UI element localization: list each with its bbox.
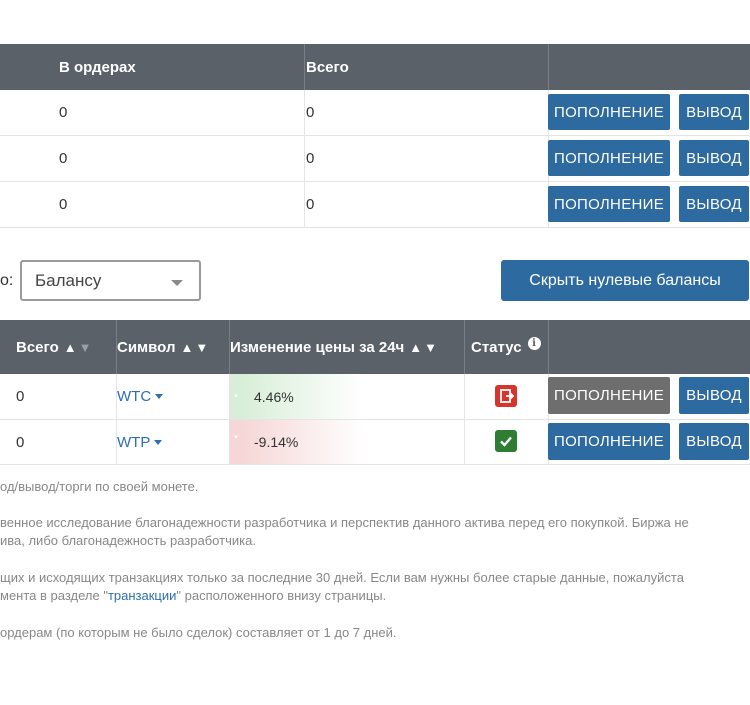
top-table-header: В ордерах Всего bbox=[0, 44, 750, 90]
deposit-button[interactable]: ПОПОЛНЕНИЕ bbox=[548, 423, 670, 460]
note-line: венное исследование благонадежности разр… bbox=[0, 515, 689, 530]
exit-door-icon bbox=[495, 385, 517, 407]
header-change-24h[interactable]: Изменение цены за 24ч ▲▼ bbox=[230, 320, 439, 374]
divider bbox=[464, 420, 465, 464]
deposit-button[interactable]: ПОПОЛНЕНИЕ bbox=[548, 140, 670, 176]
withdraw-button[interactable]: ВЫВОД bbox=[679, 423, 749, 460]
note-line: ордерам (по которым не было сделок) сост… bbox=[0, 625, 397, 640]
in-orders-value: 0 bbox=[59, 104, 68, 121]
divider bbox=[464, 320, 465, 374]
sort-arrows-icon[interactable]: ▲▼ bbox=[64, 340, 94, 355]
total-value: 0 bbox=[16, 388, 25, 405]
coin-table-header: Всего ▲▼ Символ ▲▼ Изменение цены за 24ч… bbox=[0, 320, 750, 374]
deposit-button[interactable]: ПОПОЛНЕНИЕ bbox=[548, 186, 670, 222]
price-change-up-bar: ▲ bbox=[230, 374, 364, 419]
note-line: ива, либо благонадежность разработчика. bbox=[0, 533, 256, 548]
sort-by-label: о: bbox=[0, 272, 14, 289]
divider bbox=[304, 136, 305, 181]
withdraw-button[interactable]: ВЫВОД bbox=[679, 377, 749, 414]
arrow-up-icon: ▲ bbox=[233, 393, 239, 399]
header-in-orders: В ордерах bbox=[59, 58, 136, 76]
in-orders-value: 0 bbox=[59, 196, 68, 213]
in-orders-value: 0 bbox=[59, 150, 68, 167]
arrow-down-icon: ▼ bbox=[233, 435, 239, 441]
price-change-value: -9.14% bbox=[254, 434, 299, 450]
deposit-button[interactable]: ПОПОЛНЕНИЕ bbox=[548, 94, 670, 130]
price-change-value: 4.46% bbox=[254, 388, 294, 405]
divider bbox=[304, 182, 305, 227]
note-line: щих и исходящих транзакциях только за по… bbox=[0, 570, 684, 585]
note-line: мента в разделе "транзакции" расположенн… bbox=[0, 588, 387, 603]
chevron-down-icon bbox=[171, 280, 183, 286]
total-value: 0 bbox=[306, 150, 315, 167]
hide-zero-balances-button[interactable]: Скрыть нулевые балансы bbox=[501, 260, 749, 301]
table-row: 0 0 ПОПОЛНЕНИЕ ВЫВОД bbox=[0, 90, 750, 136]
total-value: 0 bbox=[16, 433, 25, 451]
sort-arrows-icon[interactable]: ▲▼ bbox=[181, 340, 211, 355]
divider bbox=[548, 320, 549, 374]
withdraw-button[interactable]: ВЫВОД bbox=[679, 186, 749, 222]
header-status: Статус i bbox=[471, 320, 541, 374]
sort-arrows-icon[interactable]: ▲▼ bbox=[409, 340, 439, 355]
note-line: од/вывод/торги по своей монете. bbox=[0, 479, 199, 494]
header-symbol[interactable]: Символ ▲▼ bbox=[117, 320, 210, 374]
symbol-link[interactable]: WTC bbox=[117, 374, 164, 419]
table-row: 0 WTC ▲ 4.46% ПОПОЛНЕНИЕ ВЫВОД bbox=[0, 374, 750, 420]
symbol-link[interactable]: WTP bbox=[117, 420, 163, 464]
sort-select[interactable]: Балансу bbox=[20, 260, 201, 301]
table-row: 0 0 ПОПОЛНЕНИЕ ВЫВОД bbox=[0, 136, 750, 182]
total-value: 0 bbox=[306, 196, 315, 213]
withdraw-button[interactable]: ВЫВОД bbox=[679, 94, 749, 130]
caret-down-icon bbox=[154, 439, 163, 445]
deposit-button-disabled[interactable]: ПОПОЛНЕНИЕ bbox=[548, 377, 670, 414]
header-total[interactable]: Всего ▲▼ bbox=[16, 320, 93, 374]
info-icon[interactable]: i bbox=[527, 336, 541, 350]
transactions-link[interactable]: транзакции bbox=[108, 588, 176, 603]
divider bbox=[548, 44, 549, 90]
table-row: 0 0 ПОПОЛНЕНИЕ ВЫВОД bbox=[0, 182, 750, 228]
header-total: Всего bbox=[306, 58, 349, 76]
divider bbox=[464, 374, 465, 419]
withdraw-button[interactable]: ВЫВОД bbox=[679, 140, 749, 176]
sort-select-value: Балансу bbox=[35, 270, 102, 290]
table-row: 0 WTP ▼ -9.14% ПОПОЛНЕНИЕ ВЫВОД bbox=[0, 420, 750, 465]
divider bbox=[304, 44, 305, 90]
total-value: 0 bbox=[306, 104, 315, 121]
caret-down-icon bbox=[155, 394, 164, 399]
divider bbox=[304, 90, 305, 135]
checkmark-icon bbox=[495, 430, 517, 452]
